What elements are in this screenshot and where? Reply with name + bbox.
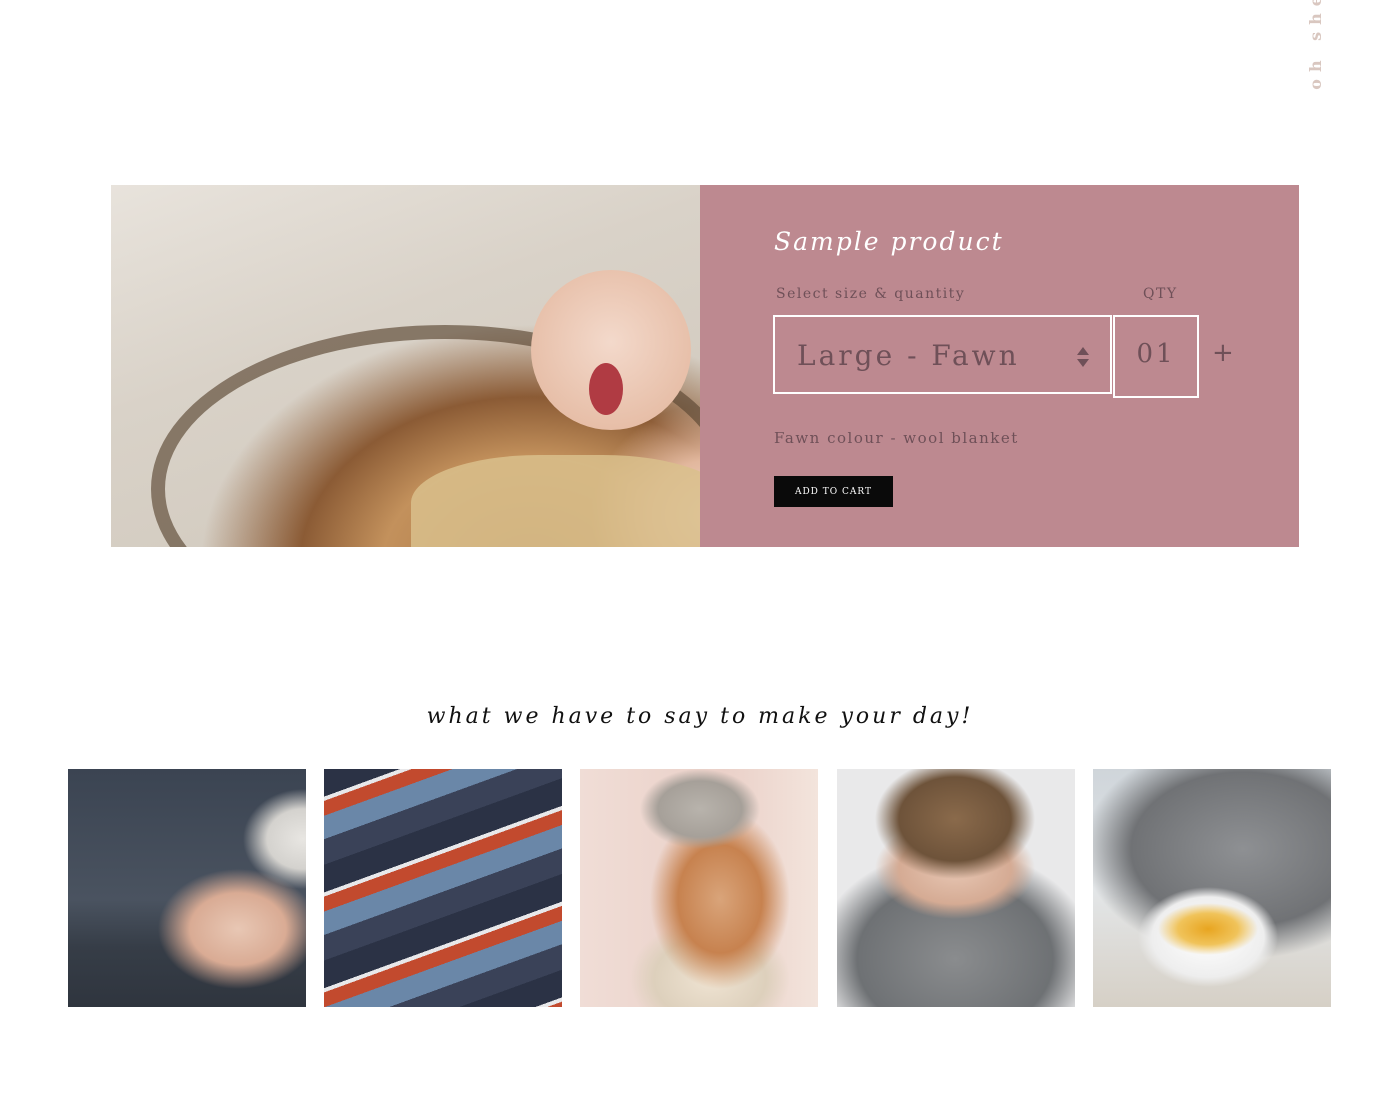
gallery-image-man-scarf[interactable]: [837, 769, 1075, 1007]
blanket-shape: [411, 455, 700, 547]
product-image: [111, 185, 700, 547]
baby-mouth-shape: [589, 363, 623, 415]
qty-label: QTY: [1143, 286, 1178, 302]
qty-input[interactable]: 01: [1113, 315, 1199, 398]
brand-vertical-text: oh she: [1306, 0, 1326, 90]
select-arrows-icon: [1077, 347, 1089, 367]
size-select-value: Large - Fawn: [797, 339, 1020, 372]
size-select[interactable]: Large - Fawn: [773, 315, 1112, 394]
qty-value: 01: [1136, 339, 1176, 369]
gallery-image-tea-sweater[interactable]: [1093, 769, 1331, 1007]
select-size-label: Select size & quantity: [776, 286, 966, 302]
gallery-image-girl-knit-hat[interactable]: [580, 769, 818, 1007]
add-to-cart-button[interactable]: ADD TO CART: [774, 476, 893, 507]
gallery-image-knit-blanket[interactable]: [324, 769, 562, 1007]
qty-increment-button[interactable]: +: [1212, 338, 1234, 368]
product-description: Fawn colour - wool blanket: [774, 429, 1019, 447]
brand-text: oh she: [1306, 0, 1325, 90]
section-tagline: what we have to say to make your day!: [426, 704, 974, 729]
product-title: Sample product: [774, 227, 1004, 256]
product-panel: Sample product Select size & quantity QT…: [700, 185, 1299, 547]
gallery-image-baby-hat[interactable]: [68, 769, 306, 1007]
